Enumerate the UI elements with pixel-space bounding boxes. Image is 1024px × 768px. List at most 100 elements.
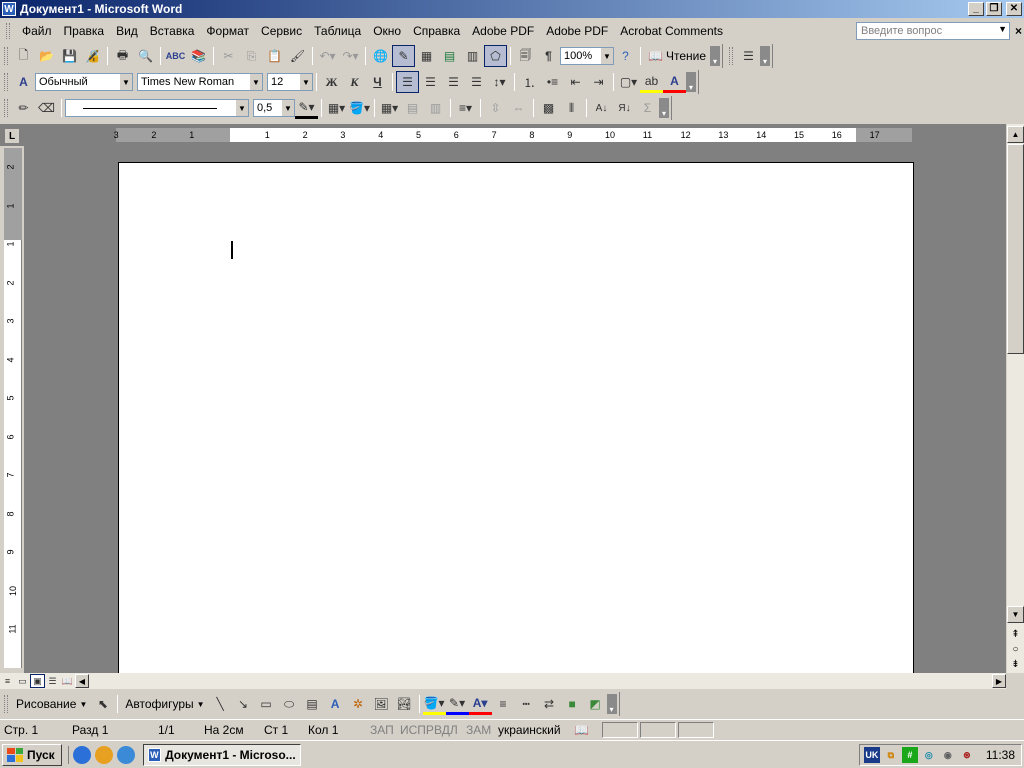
toolbar-options-icon[interactable]: ▾ xyxy=(686,72,696,92)
menu-edit[interactable]: Правка xyxy=(58,21,111,41)
font-size-select[interactable]: 12 ▼ xyxy=(267,73,313,91)
menu-adobe-pdf-1[interactable]: Adobe PDF xyxy=(466,21,540,41)
cell-alignment-icon[interactable]: ≡▾ xyxy=(454,97,477,119)
toolbar-options-icon[interactable]: ▾ xyxy=(760,46,770,66)
document-map-icon[interactable]: 🗐 xyxy=(514,45,537,67)
minimize-button[interactable]: _ xyxy=(968,2,984,16)
line-icon[interactable]: ╲ xyxy=(209,693,232,715)
read-button[interactable]: 📖 Чтение xyxy=(644,49,710,63)
toolbar-grip[interactable] xyxy=(729,47,733,65)
align-left-icon[interactable]: ☰ xyxy=(396,71,419,93)
outside-border-icon[interactable]: ▦▾ xyxy=(325,97,348,119)
ask-question-input[interactable]: Введите вопрос ▼ xyxy=(856,22,1010,40)
increase-indent-icon[interactable]: ⇥ xyxy=(587,71,610,93)
insert-table-grid-icon[interactable]: ▦▾ xyxy=(378,97,401,119)
copy-icon[interactable]: ⎘ xyxy=(240,45,263,67)
sort-ascending-icon[interactable]: A↓ xyxy=(590,97,613,119)
autosum-icon[interactable]: Σ xyxy=(636,97,659,119)
line-color-icon[interactable]: ✎▾ xyxy=(445,693,469,715)
normal-view-icon[interactable]: ≡ xyxy=(0,674,15,688)
fill-color-icon[interactable]: 🪣▾ xyxy=(422,693,446,715)
text-box-icon[interactable]: ▤ xyxy=(301,693,324,715)
toolbar-options-icon[interactable]: ▾ xyxy=(606,694,617,714)
drawing-menu-button[interactable]: Рисование ▼ xyxy=(12,697,91,711)
spelling-status-icon[interactable]: 📖 xyxy=(570,721,600,739)
split-cells-icon[interactable]: ▥ xyxy=(424,97,447,119)
vertical-ruler[interactable]: 2 1 1 2 3 4 5 6 7 8 9 10 11 xyxy=(4,148,22,668)
zoom-dropdown-icon[interactable]: ▼ xyxy=(601,48,613,64)
web-layout-icon[interactable]: ▭ xyxy=(15,674,30,688)
distribute-rows-icon[interactable]: ⇳ xyxy=(484,97,507,119)
network-icon[interactable]: ⧉ xyxy=(883,747,899,763)
style-select[interactable]: Обычный ▼ xyxy=(35,73,133,91)
security-tray-icon[interactable]: ◎ xyxy=(921,747,937,763)
rectangle-icon[interactable]: ▭ xyxy=(255,693,278,715)
shading-color-icon[interactable]: 🪣▾ xyxy=(348,97,371,119)
previous-page-icon[interactable]: ⇞ xyxy=(1007,626,1024,642)
taskbar-word-document[interactable]: W Документ1 - Microso... xyxy=(142,743,301,766)
status-overtype[interactable]: ЗАМ xyxy=(462,721,494,739)
toolbar-grip[interactable] xyxy=(4,695,8,713)
close-button[interactable]: ✕ xyxy=(1006,2,1022,16)
line-style-icon[interactable]: ≡ xyxy=(492,693,515,715)
styles-formatting-icon[interactable]: A xyxy=(12,71,35,93)
line-style-select[interactable]: ▼ xyxy=(65,99,249,117)
sort-descending-icon[interactable]: Я↓ xyxy=(613,97,636,119)
draw-table-icon[interactable]: ✏ xyxy=(12,97,35,119)
horizontal-ruler[interactable]: 3 2 1 1 2 3 4 5 6 7 8 9 10 11 12 13 14 15 16 17 xyxy=(114,128,912,142)
permission-icon[interactable]: 🔏 xyxy=(81,45,104,67)
font-select[interactable]: Times New Roman ▼ xyxy=(137,73,263,91)
horizontal-scroll-track[interactable] xyxy=(89,674,992,688)
scroll-right-icon[interactable]: ▶ xyxy=(992,674,1006,688)
distribute-columns-icon[interactable]: ⇔ xyxy=(507,97,530,119)
line-weight-dropdown-icon[interactable]: ▼ xyxy=(282,100,294,116)
menu-acrobat-comments[interactable]: Acrobat Comments xyxy=(614,21,729,41)
menu-view[interactable]: Вид xyxy=(110,21,144,41)
reading-layout-view-icon[interactable]: 📖 xyxy=(60,674,75,688)
cut-icon[interactable]: ✂ xyxy=(217,45,240,67)
table-autoformat-icon[interactable]: ▩ xyxy=(537,97,560,119)
columns-icon[interactable]: ▥ xyxy=(461,45,484,67)
select-browse-object-icon[interactable]: ○ xyxy=(1007,641,1024,657)
drawing-icon[interactable]: ⬠ xyxy=(484,45,507,67)
language-indicator[interactable]: UK xyxy=(863,747,880,763)
print-layout-icon[interactable]: ▣ xyxy=(30,674,45,688)
select-objects-icon[interactable]: ⬉ xyxy=(91,693,114,715)
merge-cells-icon[interactable]: ▤ xyxy=(401,97,424,119)
media-player-icon[interactable] xyxy=(94,745,113,764)
shadow-style-icon[interactable]: ■ xyxy=(561,693,584,715)
spelling-icon[interactable]: ABC xyxy=(164,45,187,67)
save-icon[interactable]: 💾 xyxy=(58,45,81,67)
word-app-icon[interactable]: W xyxy=(2,2,16,16)
tables-borders-icon[interactable]: ✎ xyxy=(392,45,415,67)
document-close-button[interactable]: × xyxy=(1015,24,1022,38)
bullets-icon[interactable]: •≡ xyxy=(541,71,564,93)
dash-style-icon[interactable]: ┅ xyxy=(515,693,538,715)
show-hide-icon[interactable]: ¶ xyxy=(537,45,560,67)
scroll-down-icon[interactable]: ▼ xyxy=(1007,606,1024,623)
menu-adobe-pdf-2[interactable]: Adobe PDF xyxy=(540,21,614,41)
new-document-icon[interactable]: 🗋 xyxy=(12,45,35,67)
status-track-changes[interactable]: ИСПР xyxy=(396,721,434,739)
oval-icon[interactable]: ⬭ xyxy=(278,693,301,715)
arrow-style-icon[interactable]: ⇄ xyxy=(538,693,561,715)
menu-format[interactable]: Формат xyxy=(200,21,255,41)
justify-icon[interactable]: ☰ xyxy=(465,71,488,93)
diagram-icon[interactable]: ✲ xyxy=(347,693,370,715)
font-size-dropdown-icon[interactable]: ▼ xyxy=(300,74,312,90)
toolbar-options-icon[interactable]: ▾ xyxy=(710,46,720,66)
italic-button[interactable]: К xyxy=(343,71,366,93)
paste-icon[interactable]: 📋 xyxy=(263,45,286,67)
start-button[interactable]: Пуск xyxy=(2,743,62,766)
next-page-icon[interactable]: ⇟ xyxy=(1007,656,1024,672)
antivirus-icon[interactable]: ⊛ xyxy=(959,747,975,763)
toolbar-options-icon[interactable]: ▾ xyxy=(659,98,669,118)
spreadsheet-tray-icon[interactable]: # xyxy=(901,747,918,763)
insert-table-icon[interactable]: ▦ xyxy=(415,45,438,67)
redo-icon[interactable]: ↷▾ xyxy=(339,45,362,67)
autoshapes-menu-button[interactable]: Автофигуры ▼ xyxy=(121,697,208,711)
line-spacing-icon[interactable]: ↕▾ xyxy=(488,71,511,93)
outlook-express-icon[interactable] xyxy=(116,745,135,764)
document-page[interactable] xyxy=(118,162,914,673)
menu-help[interactable]: Справка xyxy=(407,21,466,41)
